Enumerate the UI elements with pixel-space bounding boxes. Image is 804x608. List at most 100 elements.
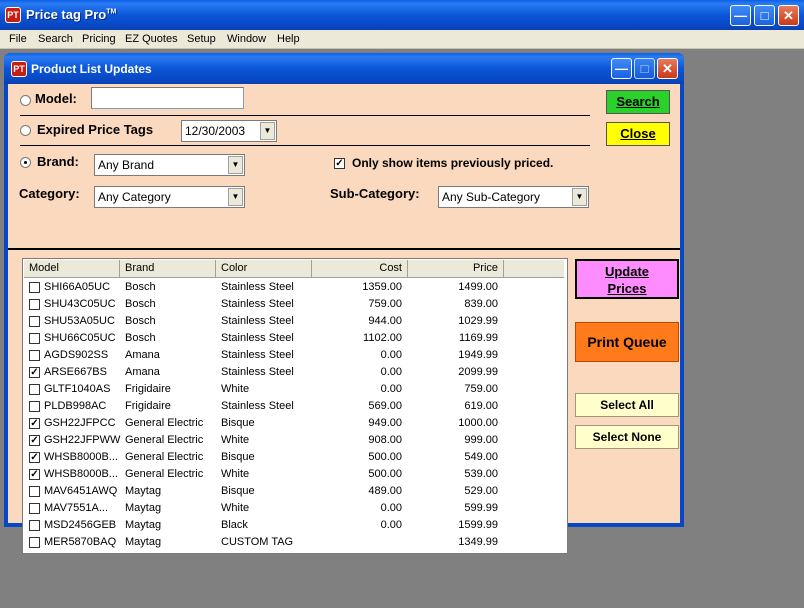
table-row[interactable]: SHI66A05UC Bosch Stainless Steel 1359.00 149…: [24, 279, 564, 296]
row-checkbox[interactable]: ✓: [29, 418, 40, 429]
update-prices-button[interactable]: Update Prices: [575, 259, 679, 299]
window-maximize-button[interactable]: □: [634, 58, 655, 79]
cell-cost: 569.00: [368, 400, 402, 412]
expired-label: Expired Price Tags: [37, 122, 154, 137]
select-all-button[interactable]: Select All: [575, 393, 679, 417]
row-checkbox[interactable]: [29, 486, 40, 497]
cell-price: 599.99: [464, 502, 498, 514]
subcategory-select[interactable]: Any Sub-Category ▼: [438, 186, 589, 208]
row-checkbox[interactable]: ✓: [29, 452, 40, 463]
minimize-icon: —: [734, 8, 747, 23]
row-checkbox[interactable]: [29, 299, 40, 310]
select-none-label: Select None: [592, 430, 662, 444]
cell-cost: 0.00: [380, 519, 402, 531]
cell-price: 999.00: [464, 434, 498, 446]
table-row[interactable]: PLDB998AC Frigidaire Stainless Steel 569.00…: [24, 398, 564, 415]
menu-pricing[interactable]: Pricing: [82, 33, 116, 45]
cell-price: 1349.99: [458, 536, 498, 548]
select-all-label: Select All: [600, 398, 654, 412]
select-none-button[interactable]: Select None: [575, 425, 679, 449]
cell-price: 1000.00: [458, 417, 498, 429]
cell-model: SHU43C05UC: [44, 298, 116, 310]
column-header-color[interactable]: Color: [216, 260, 312, 278]
menu-search[interactable]: Search: [38, 33, 73, 45]
table-row[interactable]: GLTF1040AS Frigidaire White 0.00 759.00: [24, 381, 564, 398]
close-icon: ✕: [662, 61, 673, 76]
print-queue-button[interactable]: Print Queue: [575, 322, 679, 362]
divider-model: [20, 115, 590, 116]
cell-brand: Bosch: [125, 281, 156, 293]
table-row[interactable]: SHU43C05UC Bosch Stainless Steel 759.00 839.…: [24, 296, 564, 313]
maximize-button[interactable]: □: [754, 5, 775, 26]
chevron-down-icon[interactable]: ▼: [572, 188, 587, 206]
menu-file[interactable]: File: [9, 33, 27, 45]
row-checkbox[interactable]: [29, 316, 40, 327]
brand-select-value: Any Brand: [98, 158, 155, 172]
table-row[interactable]: SHU53A05UC Bosch Stainless Steel 944.00 1029…: [24, 313, 564, 330]
row-checkbox[interactable]: [29, 401, 40, 412]
table-row[interactable]: MER5870BAQ Maytag CUSTOM TAG 1349.99: [24, 534, 564, 551]
table-row[interactable]: ✓ ARSE667BS Amana Stainless Steel 0.00 2099.9…: [24, 364, 564, 381]
cell-cost: 1359.00: [362, 281, 402, 293]
cell-model: SHU53A05UC: [44, 315, 115, 327]
print-queue-label: Print Queue: [587, 334, 667, 350]
column-header-model[interactable]: Model: [24, 260, 120, 278]
cell-color: Stainless Steel: [221, 366, 294, 378]
subcategory-label: Sub-Category:: [330, 186, 420, 201]
chevron-down-icon[interactable]: ▼: [228, 156, 243, 174]
chevron-down-icon[interactable]: ▼: [228, 188, 243, 206]
cell-brand: Bosch: [125, 332, 156, 344]
row-checkbox[interactable]: [29, 282, 40, 293]
category-select[interactable]: Any Category ▼: [94, 186, 245, 208]
menu-ez-quotes[interactable]: EZ Quotes: [125, 33, 178, 45]
table-row[interactable]: MAV6451AWQ Maytag Bisque 489.00 529.00: [24, 483, 564, 500]
cell-price: 529.00: [464, 485, 498, 497]
table-row[interactable]: SHU66C05UC Bosch Stainless Steel 1102.00 116…: [24, 330, 564, 347]
column-header-cost[interactable]: Cost: [312, 260, 408, 278]
menu-help[interactable]: Help: [277, 33, 300, 45]
model-radio[interactable]: [20, 95, 31, 106]
cell-model: WHSB8000B...: [44, 468, 118, 480]
only-priced-checkbox[interactable]: ✓: [334, 158, 345, 169]
cell-color: CUSTOM TAG: [221, 536, 294, 548]
menu-window[interactable]: Window: [227, 33, 266, 45]
cell-cost: 0.00: [380, 383, 402, 395]
row-checkbox[interactable]: [29, 350, 40, 361]
table-row[interactable]: AGDS902SS Amana Stainless Steel 0.00 1949.99: [24, 347, 564, 364]
table-row[interactable]: ✓ GSH22JFPCC General Electric Bisque 949.00 1…: [24, 415, 564, 432]
search-button[interactable]: Search: [606, 90, 670, 114]
expired-radio[interactable]: [20, 125, 31, 136]
column-header-price[interactable]: Price: [408, 260, 504, 278]
cell-color: Stainless Steel: [221, 400, 294, 412]
table-row[interactable]: MAV7551A... Maytag White 0.00 599.99: [24, 500, 564, 517]
close-button[interactable]: Close: [606, 122, 670, 146]
table-row[interactable]: ✓ WHSB8000B... General Electric White 500.00…: [24, 466, 564, 483]
cell-cost: 0.00: [380, 502, 402, 514]
row-checkbox[interactable]: ✓: [29, 367, 40, 378]
minimize-button[interactable]: —: [730, 5, 751, 26]
row-checkbox[interactable]: [29, 537, 40, 548]
brand-radio[interactable]: [20, 157, 31, 168]
row-checkbox[interactable]: ✓: [29, 469, 40, 480]
product-list[interactable]: Model Brand Color Cost Price SHI66A05UC B…: [22, 258, 568, 554]
row-checkbox[interactable]: [29, 333, 40, 344]
cell-price: 1169.99: [459, 332, 498, 344]
menu-setup[interactable]: Setup: [187, 33, 216, 45]
row-checkbox[interactable]: [29, 384, 40, 395]
window-minimize-button[interactable]: —: [611, 58, 632, 79]
table-row[interactable]: ✓ WHSB8000B... General Electric Bisque 500.0…: [24, 449, 564, 466]
column-header-brand[interactable]: Brand: [120, 260, 216, 278]
chevron-down-icon[interactable]: ▼: [260, 122, 275, 140]
app-close-button[interactable]: ✕: [778, 5, 799, 26]
table-row[interactable]: ✓ GSH22JFPWW General Electric White 908.00 99…: [24, 432, 564, 449]
cell-model: ARSE667BS: [44, 366, 107, 378]
table-row[interactable]: MSD2456GEB Maytag Black 0.00 1599.99: [24, 517, 564, 534]
row-checkbox[interactable]: [29, 503, 40, 514]
expired-date-picker[interactable]: 12/30/2003 ▼: [181, 120, 277, 142]
model-input[interactable]: [91, 87, 244, 109]
row-checkbox[interactable]: ✓: [29, 435, 40, 446]
cell-brand: Amana: [125, 366, 160, 378]
row-checkbox[interactable]: [29, 520, 40, 531]
window-close-button[interactable]: ✕: [657, 58, 678, 79]
brand-select[interactable]: Any Brand ▼: [94, 154, 245, 176]
